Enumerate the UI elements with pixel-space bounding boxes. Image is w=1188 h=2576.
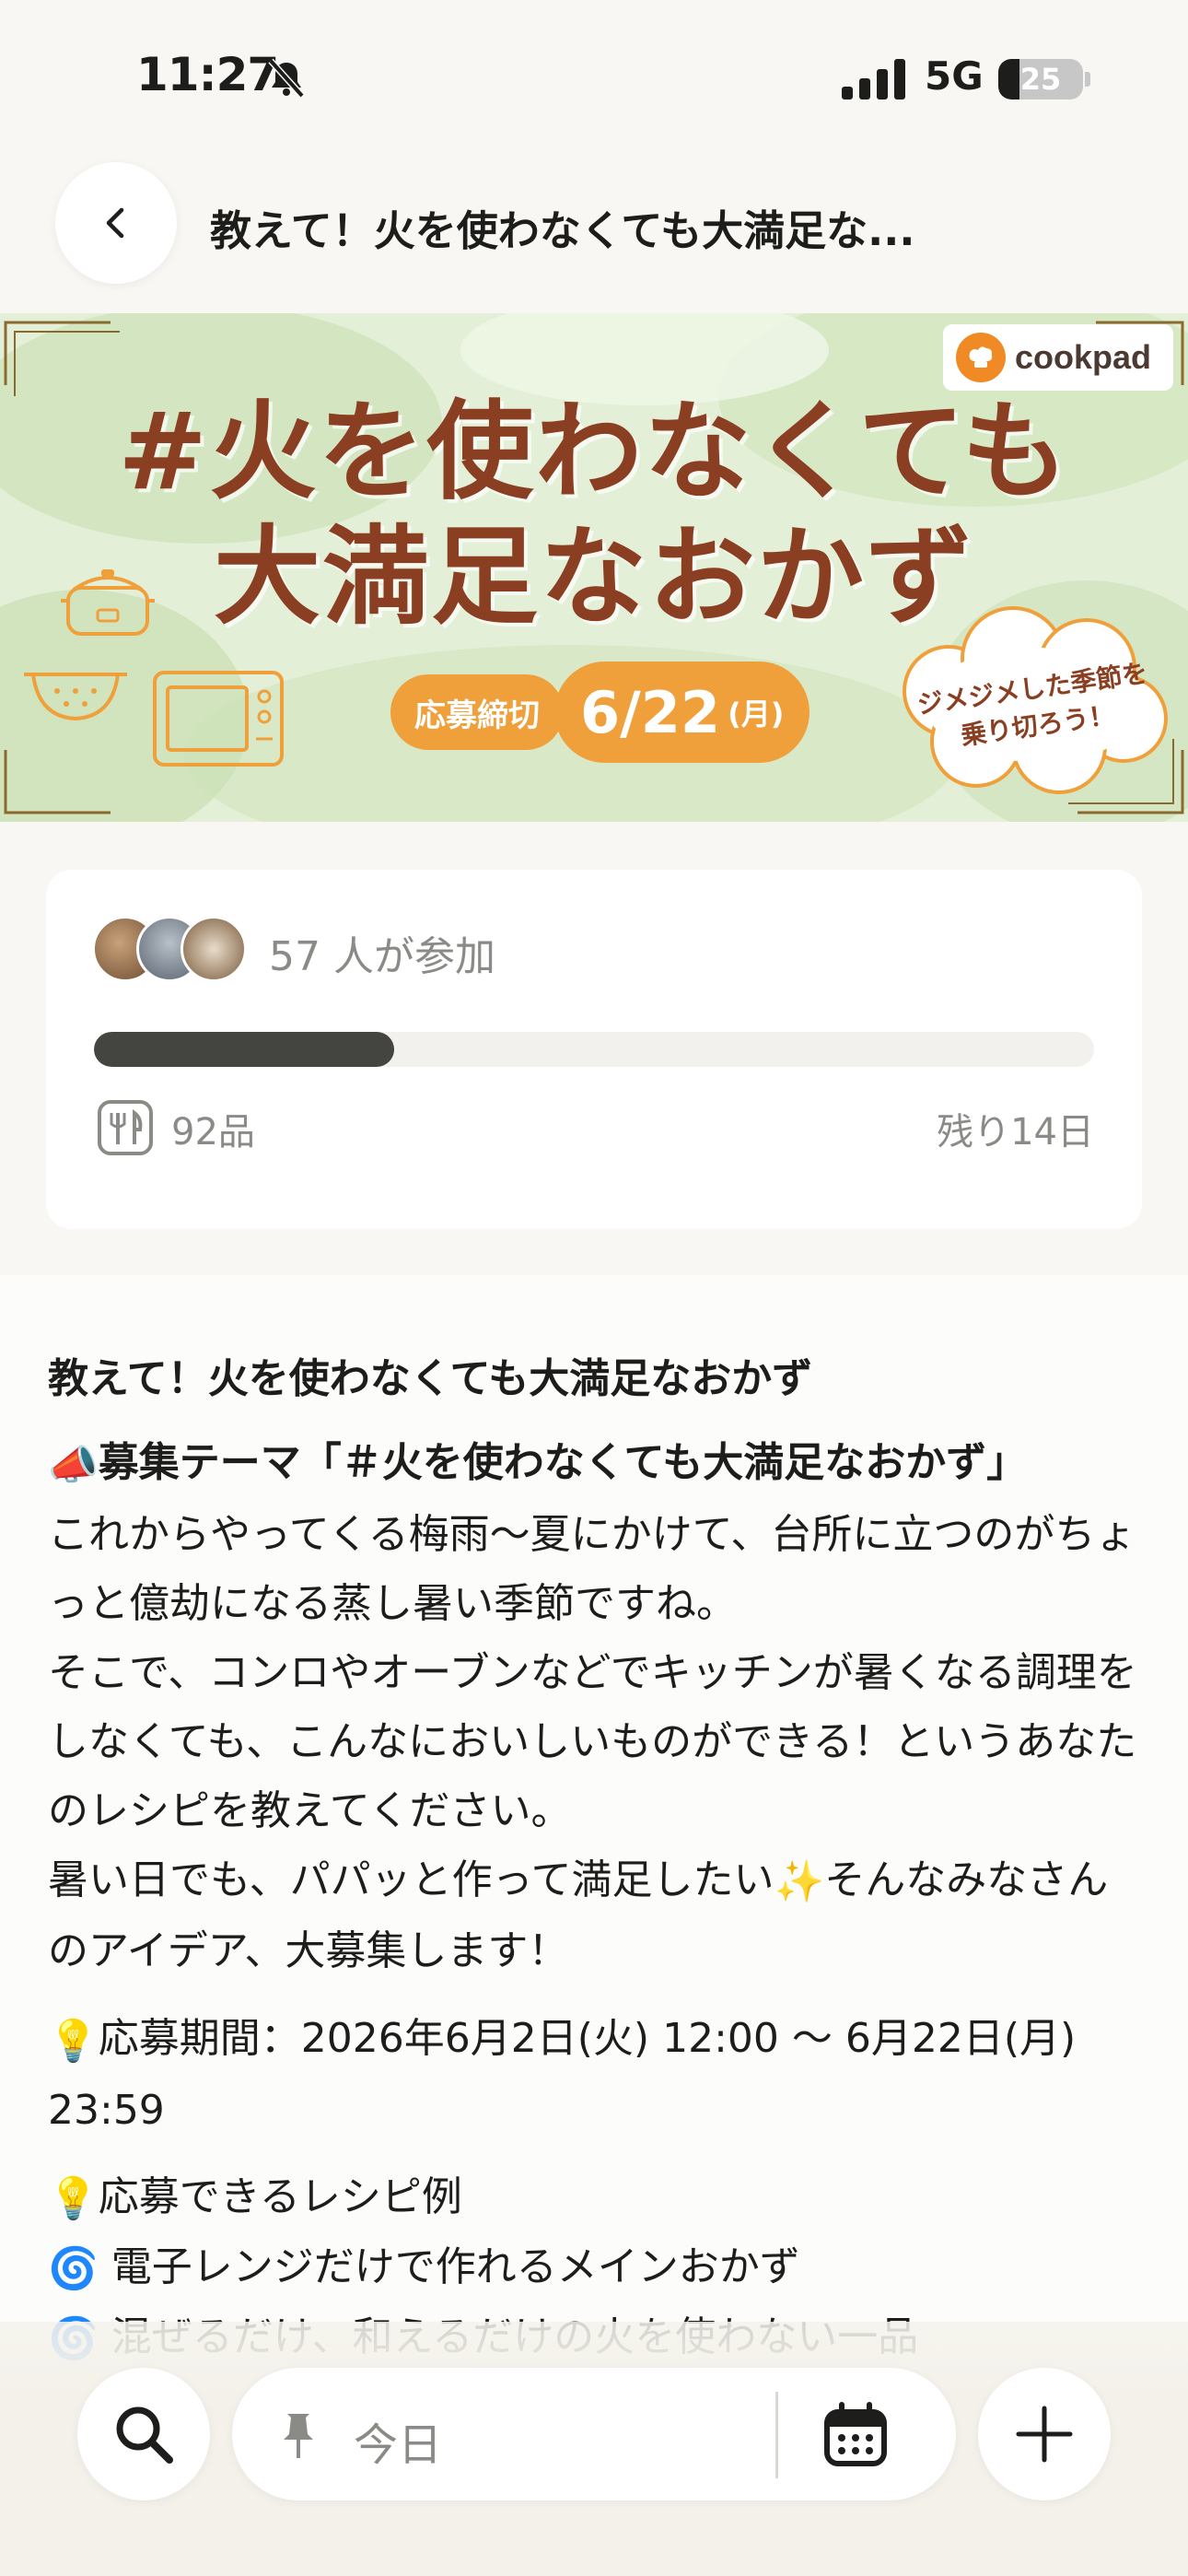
network-type: 5G — [925, 53, 984, 99]
contest-description: 教えて！火を使わなくても大満足なおかず 📣募集テーマ「＃火を使わなくても大満足な… — [48, 1345, 1144, 2392]
colander-icon — [24, 673, 127, 721]
chevron-left-icon — [106, 207, 124, 239]
content-heading: 教えて！火を使わなくても大満足なおかず — [48, 1355, 813, 1402]
battery-cap — [1085, 72, 1090, 87]
microwave-icon — [153, 671, 284, 767]
search-icon — [116, 2406, 173, 2464]
theme-title: 📣募集テーマ「＃火を使わなくても大満足なおかず」 — [48, 1428, 1144, 1500]
cutlery-icon — [98, 1100, 153, 1155]
signal-bars-icon — [842, 59, 905, 100]
date-label: 今日 — [354, 2419, 443, 2471]
megaphone-icon: 📣 — [48, 1441, 99, 1489]
paragraph-1: これからやってくる梅雨〜夏にかけて、台所に立つのがちょっと億劫になる蒸し暑い季節… — [48, 1510, 1136, 1627]
theme-title-text: 募集テーマ「＃火を使わなくても大満足なおかず」 — [98, 1439, 1028, 1486]
examples-title: 応募できるレシピ例 — [98, 2172, 462, 2220]
bell-slash-icon — [268, 58, 305, 99]
deadline-date: 6/22 — [580, 678, 721, 746]
progress-track — [94, 1032, 1094, 1067]
page-title: 教えて！火を使わなくても大満足な... — [210, 206, 915, 255]
progress-bar — [94, 1032, 394, 1067]
pill-divider — [775, 2392, 778, 2478]
search-button[interactable] — [77, 2368, 210, 2500]
avatar[interactable] — [181, 916, 247, 982]
example-item: 電子レンジだけで作れるメインおかず — [111, 2242, 800, 2290]
paragraph-2: そこで、コンロやオーブンなどでキッチンが暑くなる調理をしなくても、こんなにおいし… — [48, 1648, 1137, 1834]
pin-icon — [284, 2414, 313, 2458]
paragraph-3-start: 暑い日でも、パパッと作って満足したい — [48, 1856, 775, 1903]
deadline-badge: 応募締切 6/22 (月) — [390, 662, 810, 763]
status-time: 11:27 — [136, 48, 279, 101]
lightbulb-icon: 💡 — [48, 2174, 99, 2222]
recipe-count: 92品 — [171, 1111, 255, 1153]
deadline-date-pill: 6/22 (月) — [554, 662, 810, 763]
cookpad-badge: cookpad — [943, 324, 1173, 391]
banner-headline-line2: 大満足なおかず — [214, 515, 974, 639]
cookpad-logo-icon — [956, 333, 1006, 382]
battery-level: 25 — [1019, 62, 1062, 97]
deadline-weekday: (月) — [728, 697, 785, 732]
participant-count: 57 人が参加 — [269, 933, 495, 980]
days-remaining: 残り14日 — [937, 1111, 1094, 1153]
add-button[interactable] — [978, 2368, 1111, 2500]
back-button[interactable] — [55, 162, 177, 284]
date-selector[interactable]: 今日 — [232, 2368, 956, 2500]
lightbulb-icon: 💡 — [48, 2017, 99, 2065]
cookpad-brand: cookpad — [1015, 338, 1152, 376]
participation-card[interactable]: 57 人が参加 92品 残り14日 — [46, 870, 1142, 1229]
calendar-icon[interactable] — [821, 2401, 890, 2469]
plus-icon — [1016, 2406, 1073, 2463]
entry-period: 応募期間：2026年6月2日(火) 12:00 〜 6月22日(月) 23:59 — [48, 2015, 1077, 2134]
sparkles-icon: ✨ — [774, 1858, 825, 1905]
deadline-label: 応募締切 — [390, 674, 564, 750]
swirl-icon: 🌀 — [48, 2244, 99, 2292]
battery-icon: 25 — [998, 59, 1083, 100]
